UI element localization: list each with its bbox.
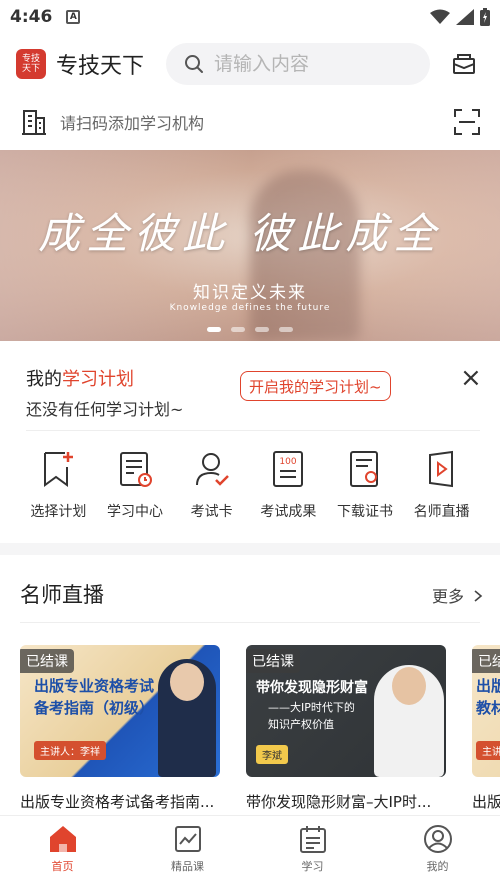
tab-label: 首页: [51, 860, 74, 873]
carousel-dot[interactable]: [279, 327, 293, 332]
tab-label: 精品课: [171, 860, 204, 873]
live-card-caption: 出版专业资格考试备考指南...: [20, 793, 215, 811]
building-icon: [22, 110, 46, 135]
tab-profile[interactable]: 我的: [375, 816, 500, 888]
shortcut-download-certificate[interactable]: 下载证书: [327, 449, 404, 521]
status-badge: 已结: [472, 649, 500, 673]
user-icon: [423, 825, 452, 853]
add-organization-text: 请扫码添加学习机构: [60, 114, 205, 133]
carousel-dot[interactable]: [255, 327, 269, 332]
shortcut-exam-result[interactable]: 100 考试成果: [250, 449, 327, 521]
exam-result-icon: 100: [273, 451, 304, 487]
home-icon: [49, 826, 76, 852]
live-card[interactable]: 出版 教材 主讲 已结 出版: [472, 645, 500, 812]
live-card-thumbnail: 带你发现隐形财富 ——大IP时代下的 知识产权价值 李斌 已结课: [246, 645, 446, 777]
banner-carousel[interactable]: 成全彼此 彼此成全 知识定义未来 Knowledge defines the f…: [0, 150, 500, 341]
message-icon[interactable]: [452, 53, 476, 75]
live-card[interactable]: 出版专业资格考试 备考指南（初级） 主讲人：李祥 已结课 出版专业资格考试备考指…: [20, 645, 220, 812]
search-input[interactable]: [214, 53, 415, 75]
live-card-caption: 出版: [472, 793, 500, 811]
shortcut-label: 学习中心: [107, 504, 163, 520]
tab-courses[interactable]: 精品课: [125, 816, 250, 888]
banner-calligraphy: 成全彼此 彼此成全: [38, 209, 442, 258]
banner-subtitle: 知识定义未来: [193, 283, 307, 303]
live-card[interactable]: 带你发现隐形财富 ——大IP时代下的 知识产权价值 李斌 已结课 带你发现隐形财…: [246, 645, 446, 812]
tab-study[interactable]: 学习: [250, 816, 375, 888]
live-card-thumbnail: 出版 教材 主讲 已结: [472, 645, 500, 777]
speaker-face: [170, 663, 204, 701]
sim-icon: A: [66, 10, 81, 24]
speaker-face: [392, 667, 426, 705]
shortcut-label: 考试成果: [260, 504, 317, 520]
tab-home[interactable]: 首页: [0, 816, 125, 888]
shortcut-live[interactable]: 名师直播: [403, 449, 480, 521]
shortcut-label: 考试卡: [190, 504, 233, 520]
more-link-label: 更多: [432, 587, 465, 606]
search-icon: [185, 55, 204, 73]
live-card-thumbnail: 出版专业资格考试 备考指南（初级） 主讲人：李祥 已结课: [20, 645, 220, 777]
shortcut-label: 名师直播: [413, 504, 470, 520]
divider: [26, 430, 480, 431]
divider: [20, 622, 480, 623]
shortcut-select-plan[interactable]: 选择计划: [20, 449, 97, 521]
signal-icon: [456, 9, 474, 25]
app-header: 专技天下 专技天下: [0, 38, 500, 90]
thumbnail-title: 出版专业资格考试 备考指南（初级）: [34, 677, 155, 717]
speaker-label: 主讲: [476, 741, 500, 760]
exam-card-icon: [195, 453, 229, 486]
thumbnail-title: 带你发现隐形财富: [256, 680, 368, 696]
shortcut-label: 选择计划: [30, 504, 87, 520]
search-box[interactable]: [166, 43, 431, 85]
study-plan-subtitle: 还没有任何学习计划~: [26, 400, 184, 419]
section-gap: [0, 543, 500, 555]
shortcut-label: 下载证书: [337, 504, 394, 520]
add-organization-bar[interactable]: 请扫码添加学习机构: [0, 100, 500, 144]
carousel-dot[interactable]: [207, 327, 221, 332]
speaker-label: 李斌: [256, 745, 288, 764]
live-video-icon: [428, 450, 453, 488]
speaker-label: 主讲人：李祥: [34, 741, 106, 760]
tab-label: 学习: [301, 860, 324, 873]
wifi-icon: [430, 9, 450, 24]
close-icon[interactable]: ×: [460, 363, 482, 393]
carousel-dots: [0, 327, 500, 332]
logo-text: 专技天下: [21, 54, 40, 74]
more-link[interactable]: 更多: [432, 583, 483, 607]
shortcut-grid: 选择计划 学习中心 考试卡 100 考试成果 下载证书 名师直播: [20, 449, 480, 521]
tab-label: 我的: [426, 860, 449, 873]
status-badge: 已结课: [20, 649, 74, 673]
study-plan-section: 我的学习计划 还没有任何学习计划~ 开启我的学习计划~ × 选择计划 学习中心 …: [0, 341, 500, 543]
study-center-icon: [120, 452, 152, 487]
banner-subtitle-en: Knowledge defines the future: [169, 303, 331, 313]
live-section-title: 名师直播: [20, 583, 104, 607]
live-card-caption: 带你发现隐形财富–大IP时...: [246, 793, 432, 811]
bottom-tab-bar: 首页 精品课 学习 我的: [0, 815, 500, 888]
shortcut-study-center[interactable]: 学习中心: [97, 449, 174, 521]
status-bar: 4:46 A: [0, 0, 500, 34]
live-section: 名师直播 更多 出版专业资格考试 备考指南（初级） 主讲人：李祥 已结课 出版专…: [0, 555, 500, 815]
status-badge: 已结课: [246, 649, 300, 673]
start-study-plan-button[interactable]: 开启我的学习计划~: [240, 371, 391, 401]
app-title: 专技天下: [56, 54, 145, 79]
bookmark-plus-icon: [44, 452, 74, 487]
courses-icon: [174, 826, 201, 852]
carousel-dot[interactable]: [231, 327, 245, 332]
study-plan-title-highlight: 学习计划: [62, 369, 134, 390]
status-time: 4:46: [10, 7, 53, 27]
scan-icon[interactable]: [454, 109, 480, 135]
thumbnail-subtitle: ——大IP时代下的 知识产权价值: [268, 701, 355, 731]
study-plan-title: 我的学习计划: [26, 365, 134, 391]
certificate-icon: [350, 451, 379, 487]
chevron-right-icon: [474, 590, 483, 602]
svg-text:100: 100: [280, 457, 297, 467]
app-logo[interactable]: 专技天下: [16, 49, 46, 79]
study-plan-title-prefix: 我的: [26, 369, 62, 390]
battery-icon: [480, 8, 490, 26]
shortcut-exam-card[interactable]: 考试卡: [173, 449, 250, 521]
thumbnail-title: 出版 教材: [476, 677, 500, 717]
status-icons: [430, 8, 490, 26]
calendar-icon: [299, 826, 326, 853]
